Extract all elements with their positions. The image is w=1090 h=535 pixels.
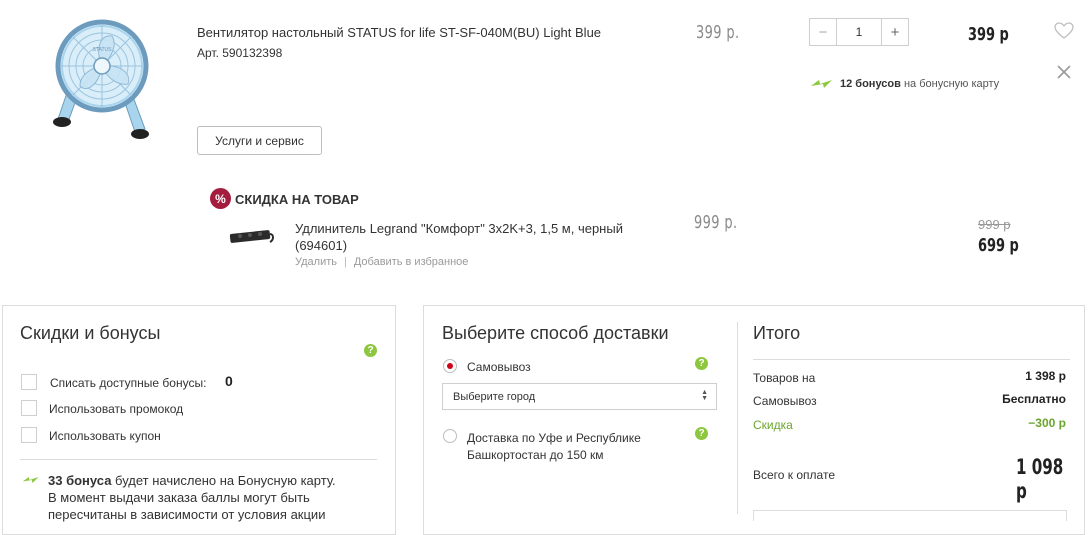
increase-quantity-button[interactable]: + [881,19,908,45]
favorite-heart-icon[interactable] [1054,22,1074,40]
select-arrows-icon: ▲ ▼ [701,389,708,402]
delivery-label-line-1: Доставка по Уфе и Республике [467,431,641,445]
goods-label: Товаров на [753,371,816,385]
delivery-label-line-2: Башкортостан до 150 км [467,448,604,462]
discounts-panel-title: Скидки и бонусы [20,323,161,343]
pickup-label: Самовывоз [467,360,531,374]
bonus-note-line-2: В момент выдачи заказа баллы могут быть [48,490,310,505]
summary-title: Итого [753,323,801,343]
discount-percent-badge: % [210,188,231,209]
panel-separator [737,322,738,514]
remove-link[interactable]: Удалить [295,256,337,268]
unit-price: 399 р. [696,22,740,43]
use-bonuses-checkbox[interactable] [21,374,37,390]
use-promocode-label: Использовать промокод [49,402,184,416]
delivery-panel-title: Выберите способ доставки [442,323,669,343]
available-bonuses-value: 0 [225,373,233,389]
bonus-lightning-icon [22,477,39,483]
product-sku: Арт. 590132398 [197,46,283,60]
add-to-favorites-link[interactable]: Добавить в избранное [354,256,469,268]
bonus-lightning-icon [811,80,832,88]
summary-discount-label: Скидка [753,418,793,432]
bonus-note-line-3: пересчитаны в зависимости от условия акц… [48,507,326,522]
use-coupon-label: Использовать купон [49,429,161,443]
help-icon[interactable]: ? [695,427,708,440]
bonus-accrual-note: 33 бонуса будет начислено на Бонусную ка… [48,472,368,523]
power-strip-image[interactable] [226,224,276,246]
pickup-radio[interactable] [443,359,457,373]
svg-text:STATUS: STATUS [93,47,113,53]
old-price: 999 р [978,217,1011,232]
services-button[interactable]: Услуги и сервис [197,126,322,155]
total-value: 1 098 р [1016,455,1064,503]
total-label: Всего к оплате [753,468,836,482]
discount-product-actions: Удалить | Добавить в избранное [295,256,468,268]
summary-discount-value: −300 р [1028,416,1066,430]
discount-product-title[interactable]: Удлинитель Legrand "Комфорт" 3x2K+3, 1,5… [295,220,635,254]
discounted-price: 699 р [978,235,1019,256]
use-coupon-checkbox[interactable] [21,427,37,443]
remove-item-close-icon[interactable] [1056,64,1072,80]
quantity-stepper: − + [809,18,909,46]
discount-title: СКИДКА НА ТОВАР [235,192,359,207]
item-bonus-text: на бонусную карту [903,78,1000,90]
city-select[interactable]: Выберите город ▲ ▼ [442,383,717,410]
delivery-radio[interactable] [443,429,457,443]
discount-unit-price: 999 р. [694,212,738,233]
use-bonuses-label: Списать доступные бонусы: [50,376,207,390]
goods-value: 1 398 р [1025,369,1066,383]
summary-pickup-label: Самовывоз [753,394,817,408]
use-promocode-checkbox[interactable] [21,400,37,416]
bonus-divider [20,459,377,460]
quantity-input[interactable] [837,19,881,45]
city-select-placeholder: Выберите город [453,391,536,403]
fan-product-image[interactable]: STATUS [40,14,165,144]
summary-pickup-value: Бесплатно [1002,392,1066,406]
bonus-note-line-1: будет начислено на Бонусную карту. [115,473,336,488]
summary-divider [753,359,1070,360]
delivery-label: Доставка по Уфе и Республике Башкортоста… [467,430,641,464]
item-bonus-info: 12 бонусов на бонусную карту [810,77,999,91]
summary-input-edge [753,510,1067,521]
help-icon[interactable]: ? [695,357,708,370]
item-bonus-count: 12 бонусов [840,78,901,90]
order-bonus-count: 33 бонуса [48,473,112,488]
line-total-price: 399 р [968,24,1009,45]
product-title[interactable]: Вентилятор настольный STATUS for life ST… [197,25,601,40]
help-icon[interactable]: ? [364,344,377,357]
radio-selected-dot [447,363,453,369]
decrease-quantity-button[interactable]: − [810,19,837,45]
actions-separator: | [344,256,347,268]
